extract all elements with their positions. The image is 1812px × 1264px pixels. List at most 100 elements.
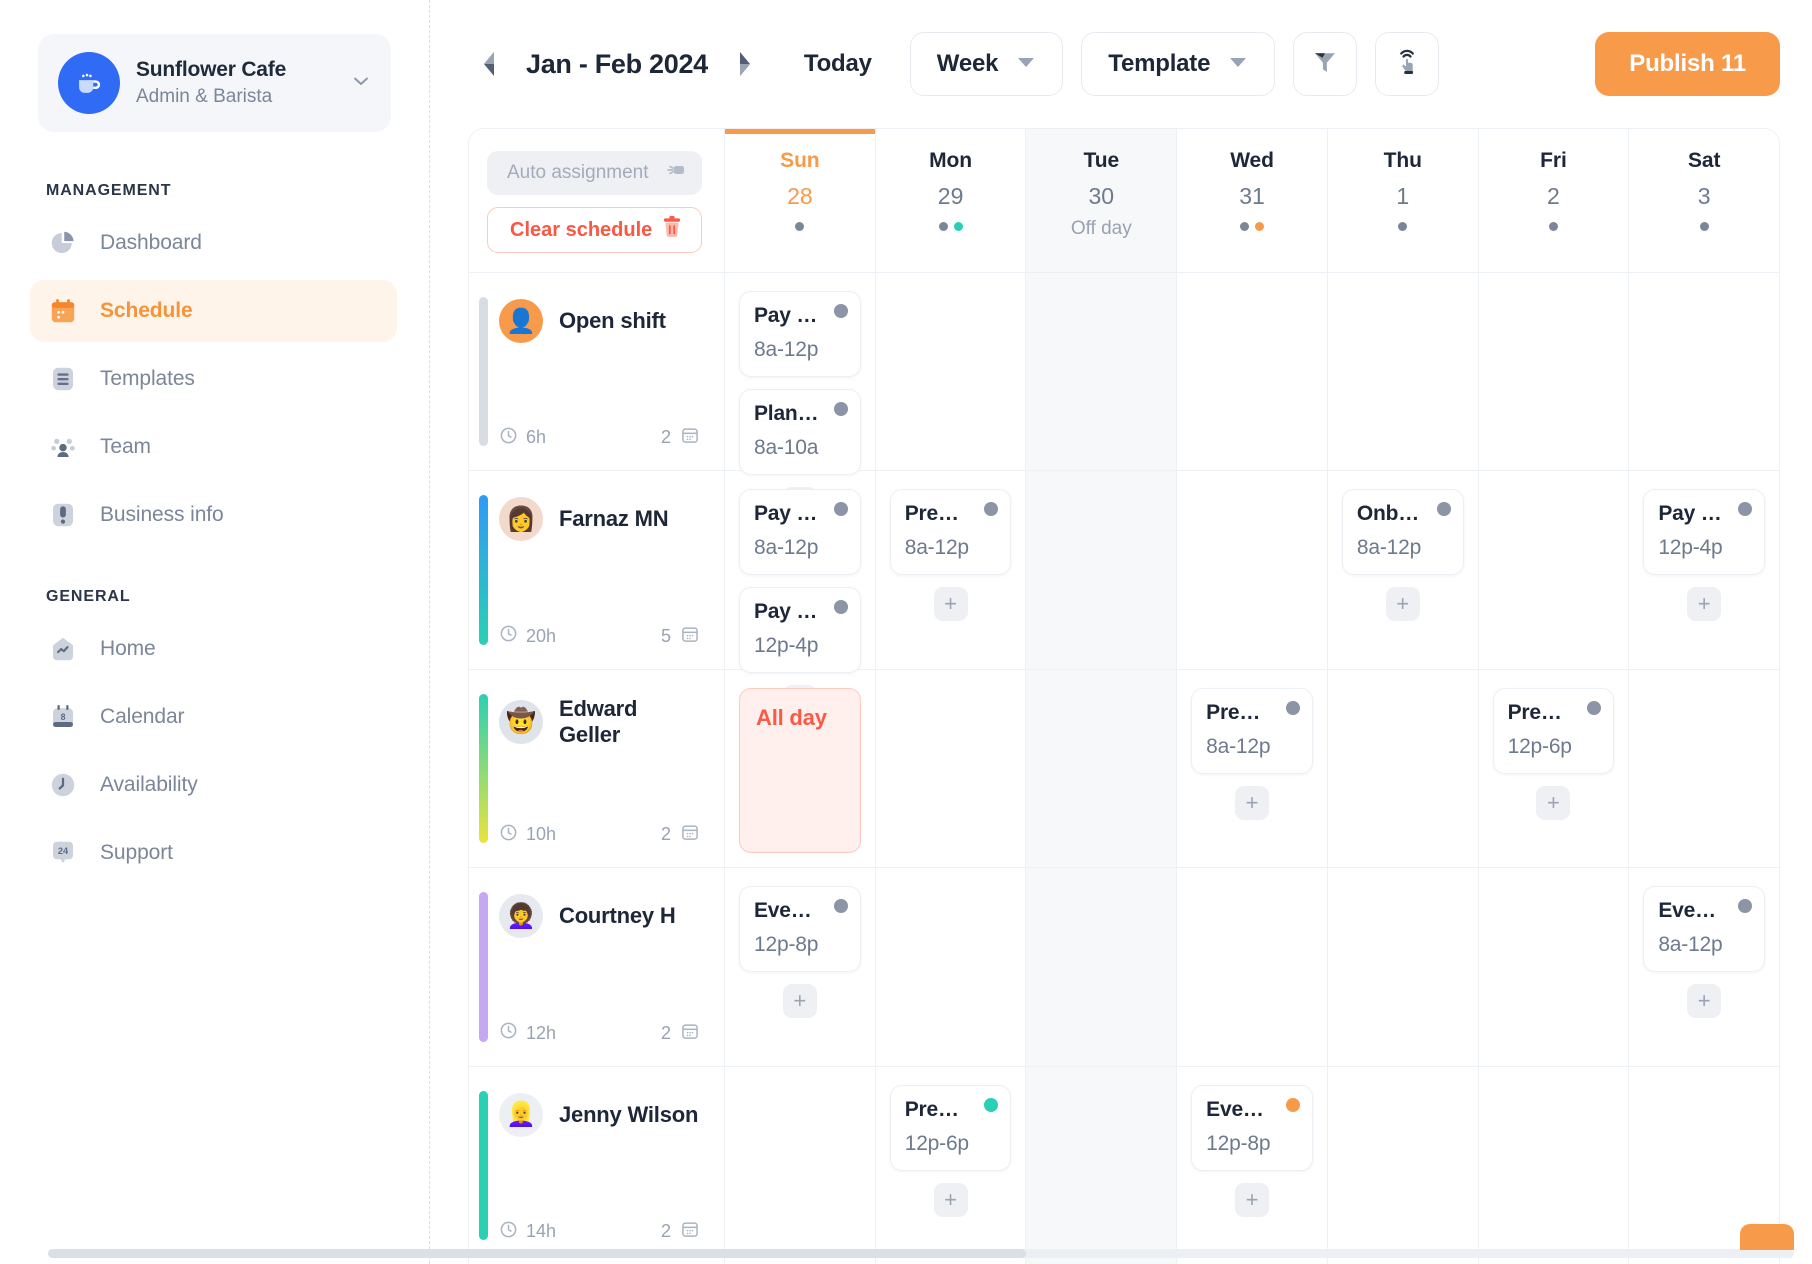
schedule-day-cell[interactable] — [724, 1067, 875, 1264]
shift-card[interactable]: Prepara…8a-12p — [1191, 688, 1313, 774]
schedule-day-cell[interactable] — [1478, 868, 1629, 1065]
day-header-thu[interactable]: Thu1 — [1328, 129, 1478, 272]
schedule-day-cell[interactable] — [1025, 1067, 1176, 1264]
schedule-day-cell[interactable] — [875, 273, 1026, 470]
add-shift-button[interactable]: + — [1235, 786, 1269, 820]
employee-cell[interactable]: 👩‍🦱Courtney H12h2 — [469, 868, 724, 1065]
employee-cell[interactable]: 👤Open shift6h2 — [469, 273, 724, 470]
view-mode-select[interactable]: Week — [910, 32, 1063, 96]
add-shift-button[interactable]: + — [934, 587, 968, 621]
publish-button[interactable]: Publish 11 — [1595, 32, 1780, 96]
schedule-day-cell[interactable] — [1327, 273, 1478, 470]
today-button[interactable]: Today — [804, 50, 872, 78]
add-shift-button[interactable]: + — [783, 984, 817, 1018]
employee-cell[interactable]: 🤠Edward Geller10h2 — [469, 670, 724, 867]
schedule-day-cell[interactable] — [1327, 670, 1478, 867]
schedule-day-cell[interactable] — [1327, 868, 1478, 1065]
shift-card[interactable]: Plannin…8a-10a — [739, 389, 861, 475]
shift-card[interactable]: Pay the…8a-12p — [739, 489, 861, 575]
shift-card[interactable]: Pay the…12p-4p — [739, 587, 861, 673]
shift-card[interactable]: Prepara…12p-6p — [890, 1085, 1012, 1171]
schedule-day-cell[interactable]: Pay the…8a-12pPlannin…8a-10a+ — [724, 273, 875, 470]
employee-cell[interactable]: 👩Farnaz MN20h5 — [469, 471, 724, 668]
day-header-fri[interactable]: Fri2 — [1479, 129, 1629, 272]
schedule-day-cell[interactable]: Pay the…12p-4p + — [1628, 471, 1779, 668]
template-select[interactable]: Template — [1081, 32, 1275, 96]
shift-card[interactable]: Event s…8a-12p — [1643, 886, 1765, 972]
shift-card[interactable]: Pay the…12p-4p — [1643, 489, 1765, 575]
day-header-sat[interactable]: Sat3 — [1629, 129, 1779, 272]
all-day-off-card[interactable]: All day — [739, 688, 861, 853]
schedule-day-cell[interactable]: Prepara…8a-12p + — [875, 471, 1026, 668]
filter-button[interactable] — [1293, 32, 1357, 96]
prev-period-button[interactable] — [468, 43, 510, 85]
schedule-day-cell[interactable]: Prepara…12p-6p + — [1478, 670, 1629, 867]
day-of-week-label: Tue — [1084, 149, 1119, 173]
horizontal-scrollbar[interactable] — [48, 1249, 1794, 1258]
next-period-button[interactable] — [724, 43, 766, 85]
template-label: Template — [1108, 50, 1210, 78]
schedule-day-cell[interactable] — [1025, 670, 1176, 867]
employee-hours-label: 14h — [526, 1221, 556, 1242]
add-shift-button[interactable]: + — [1536, 786, 1570, 820]
day-header-tue[interactable]: Tue30Off day — [1026, 129, 1176, 272]
shift-card[interactable]: Event s…12p-8p — [739, 886, 861, 972]
tap-gesture-button[interactable] — [1375, 32, 1439, 96]
schedule-day-cell[interactable]: Onboar…8a-12p + — [1327, 471, 1478, 668]
schedule-day-cell[interactable] — [875, 670, 1026, 867]
scrollbar-thumb[interactable] — [48, 1249, 1026, 1258]
sidebar-item-templates[interactable]: Templates — [30, 348, 397, 410]
schedule-day-cell[interactable]: All day — [724, 670, 875, 867]
clear-schedule-button[interactable]: Clear schedule — [487, 207, 702, 253]
shift-card[interactable]: Prepara…12p-6p — [1493, 688, 1615, 774]
chevron-down-icon[interactable] — [349, 69, 373, 98]
status-dot — [939, 222, 948, 231]
sidebar-item-business-info[interactable]: Business info — [30, 484, 397, 546]
schedule-day-cell[interactable] — [1176, 273, 1327, 470]
shift-card[interactable]: Pay the…8a-12p — [739, 291, 861, 377]
org-switcher[interactable]: Sunflower Cafe Admin & Barista — [38, 34, 391, 132]
schedule-day-cell[interactable]: Pay the…8a-12pPay the…12p-4p+ — [724, 471, 875, 668]
schedule-day-cell[interactable]: Event s…8a-12p + — [1628, 868, 1779, 1065]
add-shift-button[interactable]: + — [934, 1183, 968, 1217]
sidebar-item-availability[interactable]: Availability — [30, 754, 397, 816]
sidebar-item-calendar[interactable]: 8 Calendar — [30, 686, 397, 748]
schedule-day-cell[interactable] — [1327, 1067, 1478, 1264]
sidebar-item-schedule[interactable]: Schedule — [30, 280, 397, 342]
schedule-day-cell[interactable] — [1478, 471, 1629, 668]
auto-assignment-button[interactable]: Auto assignment — [487, 151, 702, 195]
employee-summary: 10h2 — [499, 822, 700, 847]
schedule-day-cell[interactable] — [1628, 273, 1779, 470]
building-icon — [46, 498, 80, 532]
schedule-day-cell[interactable]: Prepara…8a-12p + — [1176, 670, 1327, 867]
add-shift-button[interactable]: + — [1235, 1183, 1269, 1217]
schedule-day-cell[interactable] — [1628, 670, 1779, 867]
day-header-mon[interactable]: Mon29 — [876, 129, 1026, 272]
sidebar-item-home[interactable]: Home — [30, 618, 397, 680]
employee-cell[interactable]: 👱‍♀️Jenny Wilson14h2 — [469, 1067, 724, 1264]
schedule-day-cell[interactable] — [875, 868, 1026, 1065]
add-shift-button[interactable]: + — [1687, 984, 1721, 1018]
shift-card[interactable]: Onboar…8a-12p — [1342, 489, 1464, 575]
add-shift-button[interactable]: + — [1386, 587, 1420, 621]
floating-action-button[interactable] — [1740, 1224, 1794, 1250]
shift-card[interactable]: Prepara…8a-12p — [890, 489, 1012, 575]
schedule-day-cell[interactable]: Event s…12p-8p + — [1176, 1067, 1327, 1264]
sidebar-item-dashboard[interactable]: Dashboard — [30, 212, 397, 274]
schedule-day-cell[interactable] — [1176, 868, 1327, 1065]
sidebar-item-support[interactable]: 24 Support — [30, 822, 397, 884]
day-header-sun[interactable]: Sun28 — [725, 129, 875, 272]
schedule-day-cell[interactable] — [1478, 1067, 1629, 1264]
add-shift-button[interactable]: + — [1687, 587, 1721, 621]
day-header-wed[interactable]: Wed31 — [1177, 129, 1327, 272]
schedule-day-cell[interactable] — [1025, 471, 1176, 668]
sidebar-item-label: Templates — [100, 367, 195, 391]
schedule-day-cell[interactable] — [1176, 471, 1327, 668]
schedule-day-cell[interactable] — [1025, 868, 1176, 1065]
schedule-day-cell[interactable]: Event s…12p-8p + — [724, 868, 875, 1065]
schedule-day-cell[interactable] — [1478, 273, 1629, 470]
shift-card[interactable]: Event s…12p-8p — [1191, 1085, 1313, 1171]
schedule-day-cell[interactable]: Prepara…12p-6p + — [875, 1067, 1026, 1264]
schedule-day-cell[interactable] — [1025, 273, 1176, 470]
sidebar-item-team[interactable]: Team — [30, 416, 397, 478]
